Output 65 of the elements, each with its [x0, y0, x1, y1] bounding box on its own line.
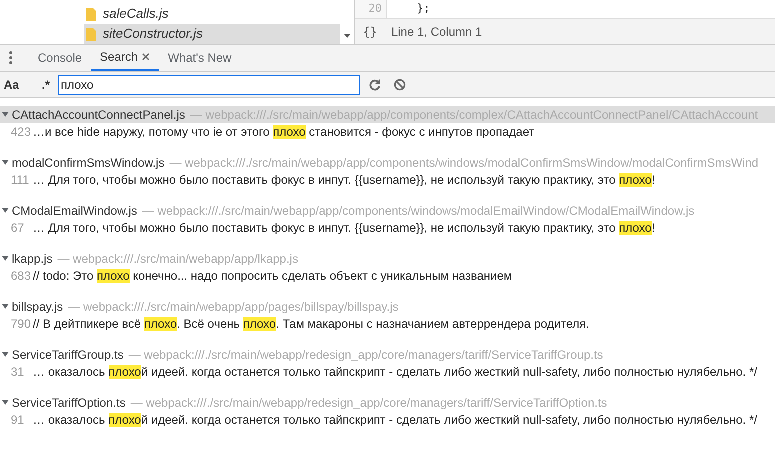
file-icon [86, 8, 96, 20]
search-result-line[interactable]: 683 // todo: Это плохо конечно... надо попросить сделать объект с уникальным названием [0, 267, 775, 284]
cursor-position: Line 1, Column 1 [391, 24, 482, 40]
match-text: … Для того, чтобы можно было поставить фокус в инпут. {{username}}, не используй такую практику, это плохо! [33, 172, 656, 188]
match-text: …и все hide наружу, потому что ie от этого плохо становится - фокус с инпутов пропадает [33, 124, 535, 140]
line-number: 67 [10, 220, 26, 236]
file-tree-item[interactable]: siteConstructor.js [84, 24, 340, 44]
file-path: — webpack:///./src/main/webapp/app/components/windows/modalEmailWindow/CModalEmailWindow.js [142, 202, 695, 220]
search-result-line[interactable]: 91 … оказалось плохой идеей. когда останется только тайпскрипт - сделать либо жесткий null-safety, либо полностью нулябельно. */ [0, 411, 775, 428]
line-number: 111 [10, 172, 30, 188]
file-name: CModalEmailWindow.js [12, 202, 138, 220]
file-name: ServiceTariffGroup.ts [12, 346, 124, 364]
search-result-line[interactable]: 423 …и все hide наружу, потому что ie от этого плохо становится - фокус с инпутов пропадает [0, 123, 775, 140]
search-result-line[interactable]: 790 // В дейтпикере всё плохо. Всё очень плохо. Там макароны с назначанием автеррендера родителя. [0, 315, 775, 332]
line-number: 91 [10, 412, 26, 428]
line-number: 423 [10, 124, 32, 140]
file-path: — webpack:///./src/main/webapp/app/pages/billspay/billspay.js [68, 298, 399, 316]
line-number: 31 [10, 364, 26, 380]
file-path: — webpack:///./src/main/webapp/redesign_app/core/managers/tariff/ServiceTariffOption.ts [130, 394, 608, 412]
result-file-header[interactable]: ServiceTariffGroup.ts — webpack:///./src/main/webapp/redesign_app/core/managers/tariff/ServiceTariffGroup.ts [0, 346, 775, 363]
file-name: CAttachAccountConnectPanel.js [12, 106, 186, 124]
file-path: — webpack:///./src/main/webapp/redesign_app/core/managers/tariff/ServiceTariffGroup.ts [128, 346, 604, 364]
expanded-arrow-icon[interactable] [2, 351, 9, 358]
file-icon [86, 28, 96, 40]
search-field[interactable]: плохо [58, 74, 360, 94]
match-text: // В дейтпикере всё плохо. Всё очень плохо. Там макароны с назначанием автеррендера родителя. [33, 316, 590, 332]
line-number: 683 [10, 268, 32, 284]
file-path: — webpack:///./src/main/webapp/app/components/windows/modalConfirmSmsWindow/modalConfirmSmsWind [170, 154, 759, 172]
line-number: 790 [10, 316, 32, 332]
regex-button[interactable]: .* [34, 76, 58, 94]
match-case-button[interactable]: Aa [4, 76, 28, 94]
line-number: 20 [355, 0, 387, 18]
dropdown-caret-icon[interactable] [344, 34, 350, 38]
expanded-arrow-icon[interactable] [2, 255, 9, 262]
result-file-header[interactable]: billspay.js — webpack:///./src/main/webapp/app/pages/billspay/billspay.js [0, 298, 775, 315]
expanded-arrow-icon[interactable] [2, 159, 9, 166]
pretty-print-button[interactable]: {} [363, 22, 378, 40]
expanded-arrow-icon[interactable] [2, 207, 9, 214]
close-icon[interactable] [142, 53, 150, 61]
expanded-arrow-icon[interactable] [2, 399, 9, 406]
file-name: lkapp.js [12, 250, 53, 268]
match-text: … оказалось плохой идеей. когда останется только тайпскрипт - сделать либо жесткий null-safety, либо полностью нулябельно. */ [33, 364, 758, 380]
more-options-icon[interactable] [9, 51, 13, 65]
result-file-header[interactable]: ServiceTariffOption.ts — webpack:///./src/main/webapp/redesign_app/core/managers/tariff/ServiceTariffOption.ts [0, 394, 775, 411]
file-path: — webpack:///./src/main/webapp/app/lkapp.js [58, 250, 298, 268]
search-result-line[interactable]: 67 … Для того, чтобы можно было поставить фокус в инпут. {{username}}, не используй такую практику, это плохо! [0, 219, 775, 236]
file-tree-item[interactable]: saleCalls.js [84, 4, 340, 24]
search-result-line[interactable]: 31 … оказалось плохой идеей. когда останется только тайпскрипт - сделать либо жесткий null-safety, либо полностью нулябельно. */ [0, 363, 775, 380]
result-file-header[interactable]: lkapp.js — webpack:///./src/main/webapp/app/lkapp.js [0, 250, 775, 267]
match-text: … оказалось плохой идеей. когда останется только тайпскрипт - сделать либо жесткий null-safety, либо полностью нулябельно. */ [33, 412, 758, 428]
clear-icon[interactable] [394, 78, 406, 90]
drawer-tab[interactable]: Console [29, 45, 92, 71]
file-name: billspay.js [12, 298, 64, 316]
file-name: ServiceTariffOption.ts [12, 394, 126, 412]
file-name: modalConfirmSmsWindow.js [12, 154, 165, 172]
match-text: // todo: Это плохо конечно... надо попросить сделать объект с уникальным названием [33, 268, 512, 284]
code-line: }; [416, 1, 430, 17]
drawer-tab[interactable]: What's New [159, 45, 241, 71]
expanded-arrow-icon[interactable] [2, 303, 9, 310]
expanded-arrow-icon[interactable] [2, 111, 9, 118]
match-text: … Для того, чтобы можно было поставить фокус в инпут. {{username}}, не используй такую практику, это плохо! [33, 220, 656, 236]
search-result-line[interactable]: 111 … Для того, чтобы можно было поставить фокус в инпут. {{username}}, не используй такую практику, это плохо! [0, 171, 775, 188]
result-file-header[interactable]: CModalEmailWindow.js — webpack:///./src/main/webapp/app/components/windows/modalEmailWindow/CModalEmailWindow.js [0, 202, 775, 219]
refresh-icon[interactable] [369, 78, 381, 90]
result-file-header[interactable]: modalConfirmSmsWindow.js — webpack:///./src/main/webapp/app/components/windows/modalConfirmSmsWindow/modalConfirmSmsWind [0, 154, 775, 171]
